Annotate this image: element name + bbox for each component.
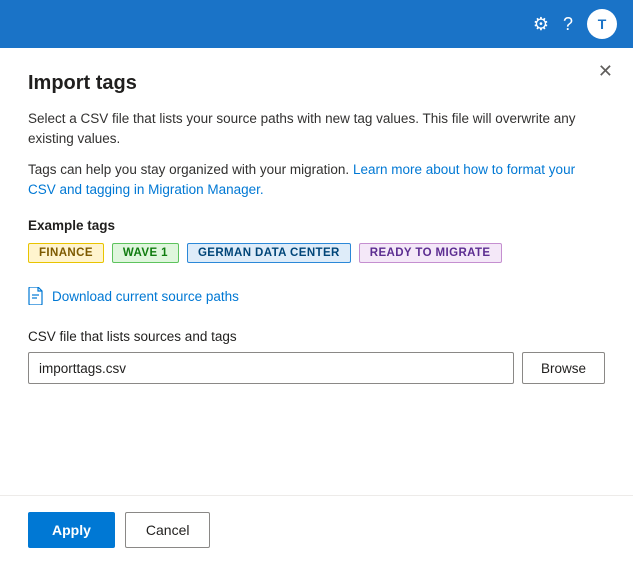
download-link[interactable]: Download current source paths (52, 289, 239, 304)
top-bar: ⚙ ? T (0, 0, 633, 48)
tags-link-row: Tags can help you stay organized with yo… (28, 160, 605, 201)
import-tags-dialog: ✕ Import tags Select a CSV file that lis… (0, 48, 633, 564)
browse-button[interactable]: Browse (522, 352, 605, 384)
download-row: Download current source paths (28, 283, 605, 309)
cancel-button[interactable]: Cancel (125, 512, 211, 548)
example-tags-label: Example tags (28, 218, 605, 233)
tag-ready-to-migrate: READY TO MIGRATE (359, 243, 502, 263)
help-icon[interactable]: ? (563, 14, 573, 35)
close-button[interactable]: ✕ (594, 60, 617, 82)
tag-wave1: WAVE 1 (112, 243, 179, 263)
csv-file-input[interactable] (28, 352, 514, 384)
tags-row: FINANCE WAVE 1 GERMAN DATA CENTER READY … (28, 243, 605, 263)
description-text: Select a CSV file that lists your source… (28, 109, 605, 150)
dialog-footer: Apply Cancel (0, 495, 633, 564)
tags-intro-text: Tags can help you stay organized with yo… (28, 162, 349, 177)
apply-button[interactable]: Apply (28, 512, 115, 548)
tag-finance: FINANCE (28, 243, 104, 263)
tag-german-data-center: GERMAN DATA CENTER (187, 243, 351, 263)
settings-icon[interactable]: ⚙ (533, 14, 549, 35)
file-input-row: Browse (28, 352, 605, 384)
avatar[interactable]: T (587, 9, 617, 39)
download-file-icon (28, 287, 44, 305)
dialog-content: Import tags Select a CSV file that lists… (0, 48, 633, 495)
csv-label: CSV file that lists sources and tags (28, 329, 605, 344)
dialog-title: Import tags (28, 72, 605, 95)
